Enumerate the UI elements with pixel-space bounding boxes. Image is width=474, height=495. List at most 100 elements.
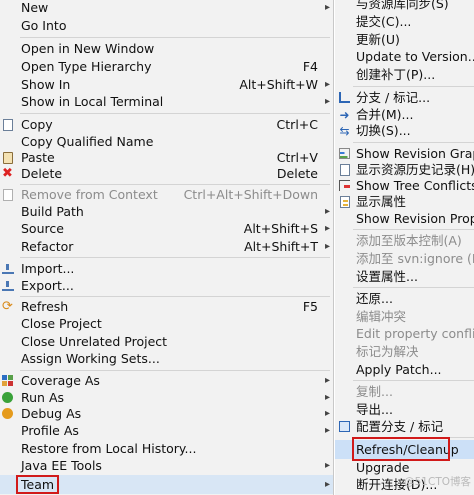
submenu-item-commit[interactable]: 提交(C)...	[335, 13, 474, 30]
menu-item-remove-from-context[interactable]: Remove from Context Ctrl+Alt+Shift+Down	[0, 186, 333, 203]
menu-separator	[20, 370, 330, 371]
import-icon	[1, 262, 14, 275]
submenu-item-show-history[interactable]: 显示资源历史记录(H)	[335, 161, 474, 178]
menu-item-label: Copy	[21, 117, 53, 132]
menu-item-shortcut: Alt+Shift+W	[239, 77, 318, 92]
menu-item-shortcut: Alt+Shift+S	[243, 221, 318, 236]
submenu-item-label: Update to Version...	[356, 49, 474, 64]
submenu-item-label: 标记为解决	[356, 344, 419, 359]
submenu-item-update[interactable]: 更新(U)	[335, 31, 474, 48]
submenu-arrow-icon: ▸	[324, 408, 330, 419]
submenu-item-label: 显示资源历史记录(H)	[356, 162, 474, 177]
submenu-separator	[353, 142, 474, 143]
menu-item-show-in[interactable]: Show In Alt+Shift+W ▸	[0, 76, 333, 93]
menu-item-label: Refactor	[21, 239, 74, 254]
menu-item-shortcut: Delete	[276, 166, 318, 181]
submenu-arrow-icon: ▸	[324, 223, 330, 234]
menu-item-label: Team	[21, 477, 55, 492]
submenu-item-show-revision-properties[interactable]: Show Revision Proper	[335, 210, 474, 227]
submenu-arrow-icon: ▸	[324, 460, 330, 471]
submenu-item-show-properties[interactable]: 显示属性	[335, 193, 474, 210]
menu-item-open-in-new-window[interactable]: Open in New Window	[0, 40, 333, 57]
submenu-item-branch-tag[interactable]: 分支 / 标记...	[335, 89, 474, 106]
menu-item-label: Restore from Local History...	[21, 441, 197, 456]
menu-item-label: Coverage As	[21, 373, 100, 388]
menu-item-coverage-as[interactable]: Coverage As ▸	[0, 372, 333, 389]
menu-item-new[interactable]: New ▸	[0, 0, 333, 16]
submenu-arrow-icon: ▸	[324, 375, 330, 386]
submenu-item-label: 配置分支 / 标记	[356, 419, 444, 434]
menu-item-copy-qualified-name[interactable]: Copy Qualified Name	[0, 133, 333, 150]
menu-item-shortcut: F4	[302, 59, 318, 74]
menu-item-label: Open in New Window	[21, 41, 155, 56]
watermark: @51CTO博客	[404, 476, 471, 488]
submenu-arrow-icon: ▸	[324, 206, 330, 217]
menu-item-source[interactable]: Source Alt+Shift+S ▸	[0, 220, 333, 237]
menu-item-close-project[interactable]: Close Project	[0, 315, 333, 332]
submenu-item-create-patch[interactable]: 创建补丁(P)...	[335, 66, 474, 83]
menu-item-go-into[interactable]: Go Into	[0, 17, 333, 34]
menu-item-restore-from-local-history[interactable]: Restore from Local History...	[0, 440, 333, 457]
submenu-item-label: Edit property conflicts	[356, 326, 474, 341]
run-icon	[1, 391, 14, 404]
submenu-item-add-to-svn-ignore[interactable]: 添加至 svn:ignore (D)	[335, 250, 474, 267]
menu-item-refactor[interactable]: Refactor Alt+Shift+T ▸	[0, 238, 333, 255]
submenu-item-mark-resolved[interactable]: 标记为解决	[335, 343, 474, 360]
submenu-item-export[interactable]: 导出...	[335, 401, 474, 418]
menu-item-profile-as[interactable]: Profile As ▸	[0, 422, 333, 439]
submenu-item-label: 更新(U)	[356, 32, 400, 47]
menu-item-java-ee-tools[interactable]: Java EE Tools ▸	[0, 457, 333, 474]
menu-item-label: New	[21, 0, 49, 15]
menu-item-team[interactable]: Team ▸	[0, 475, 333, 494]
submenu-item-label: 合并(M)...	[356, 107, 414, 122]
menu-item-import[interactable]: Import...	[0, 260, 333, 277]
submenu-item-label: 导出...	[356, 402, 393, 417]
debug-icon	[1, 407, 14, 420]
submenu-item-revert[interactable]: 还原...	[335, 290, 474, 307]
menu-item-label: Go Into	[21, 18, 67, 33]
menu-item-label: Export...	[21, 278, 74, 293]
submenu-item-merge[interactable]: ➜ 合并(M)...	[335, 106, 474, 123]
submenu-item-show-revision-graph[interactable]: Show Revision Graph	[335, 145, 474, 162]
submenu-item-sync[interactable]: 与资源库同步(S)	[335, 0, 474, 12]
menu-item-open-type-hierarchy[interactable]: Open Type Hierarchy F4	[0, 58, 333, 75]
menu-item-refresh[interactable]: ⟳ Refresh F5	[0, 298, 333, 315]
submenu-item-apply-patch[interactable]: Apply Patch...	[335, 361, 474, 378]
menu-item-debug-as[interactable]: Debug As ▸	[0, 405, 333, 422]
menu-item-export[interactable]: Export...	[0, 277, 333, 294]
submenu-item-update-to-version[interactable]: Update to Version...	[335, 48, 474, 65]
submenu-item-show-tree-conflicts[interactable]: Show Tree Conflicts	[335, 177, 474, 194]
submenu-item-configure-branch-tag[interactable]: 配置分支 / 标记	[335, 418, 474, 435]
menu-item-delete[interactable]: ✖ Delete Delete	[0, 165, 333, 182]
submenu-item-label: 还原...	[356, 291, 393, 306]
menu-separator	[20, 296, 330, 297]
submenu-item-label: 复制...	[356, 384, 393, 399]
menu-item-close-unrelated-project[interactable]: Close Unrelated Project	[0, 333, 333, 350]
menu-item-build-path[interactable]: Build Path ▸	[0, 203, 333, 220]
submenu-item-label: Upgrade	[356, 460, 410, 475]
menu-item-label: Delete	[21, 166, 63, 181]
menu-item-shortcut: Ctrl+Alt+Shift+Down	[183, 187, 318, 202]
submenu-item-edit-property-conflicts[interactable]: Edit property conflicts	[335, 325, 474, 342]
menu-item-paste[interactable]: Paste Ctrl+V	[0, 149, 333, 166]
menu-item-run-as[interactable]: Run As ▸	[0, 389, 333, 406]
menu-item-shortcut: F5	[302, 299, 318, 314]
menu-item-assign-working-sets[interactable]: Assign Working Sets...	[0, 350, 333, 367]
submenu-item-label: Show Revision Proper	[356, 211, 474, 226]
menu-item-label: Copy Qualified Name	[21, 134, 154, 149]
submenu-item-switch[interactable]: ⇆ 切换(S)...	[335, 122, 474, 139]
copy-icon	[1, 118, 14, 131]
submenu-item-refresh-cleanup[interactable]: Refresh/Cleanup	[335, 440, 474, 459]
menu-item-label: Debug As	[21, 406, 82, 421]
submenu-item-edit-conflicts[interactable]: 编辑冲突	[335, 308, 474, 325]
menu-item-label: Show In	[21, 77, 71, 92]
submenu-item-set-property[interactable]: 设置属性...	[335, 268, 474, 285]
submenu-arrow-icon: ▸	[324, 479, 330, 490]
tree-conflicts-icon	[338, 179, 351, 192]
submenu-item-add-to-version-control[interactable]: 添加至版本控制(A)	[335, 232, 474, 249]
menu-item-copy[interactable]: Copy Ctrl+C	[0, 116, 333, 133]
submenu-item-copy[interactable]: 复制...	[335, 383, 474, 400]
merge-icon: ➜	[339, 107, 350, 122]
history-icon	[338, 163, 351, 176]
menu-item-show-in-local-terminal[interactable]: Show in Local Terminal ▸	[0, 93, 333, 110]
